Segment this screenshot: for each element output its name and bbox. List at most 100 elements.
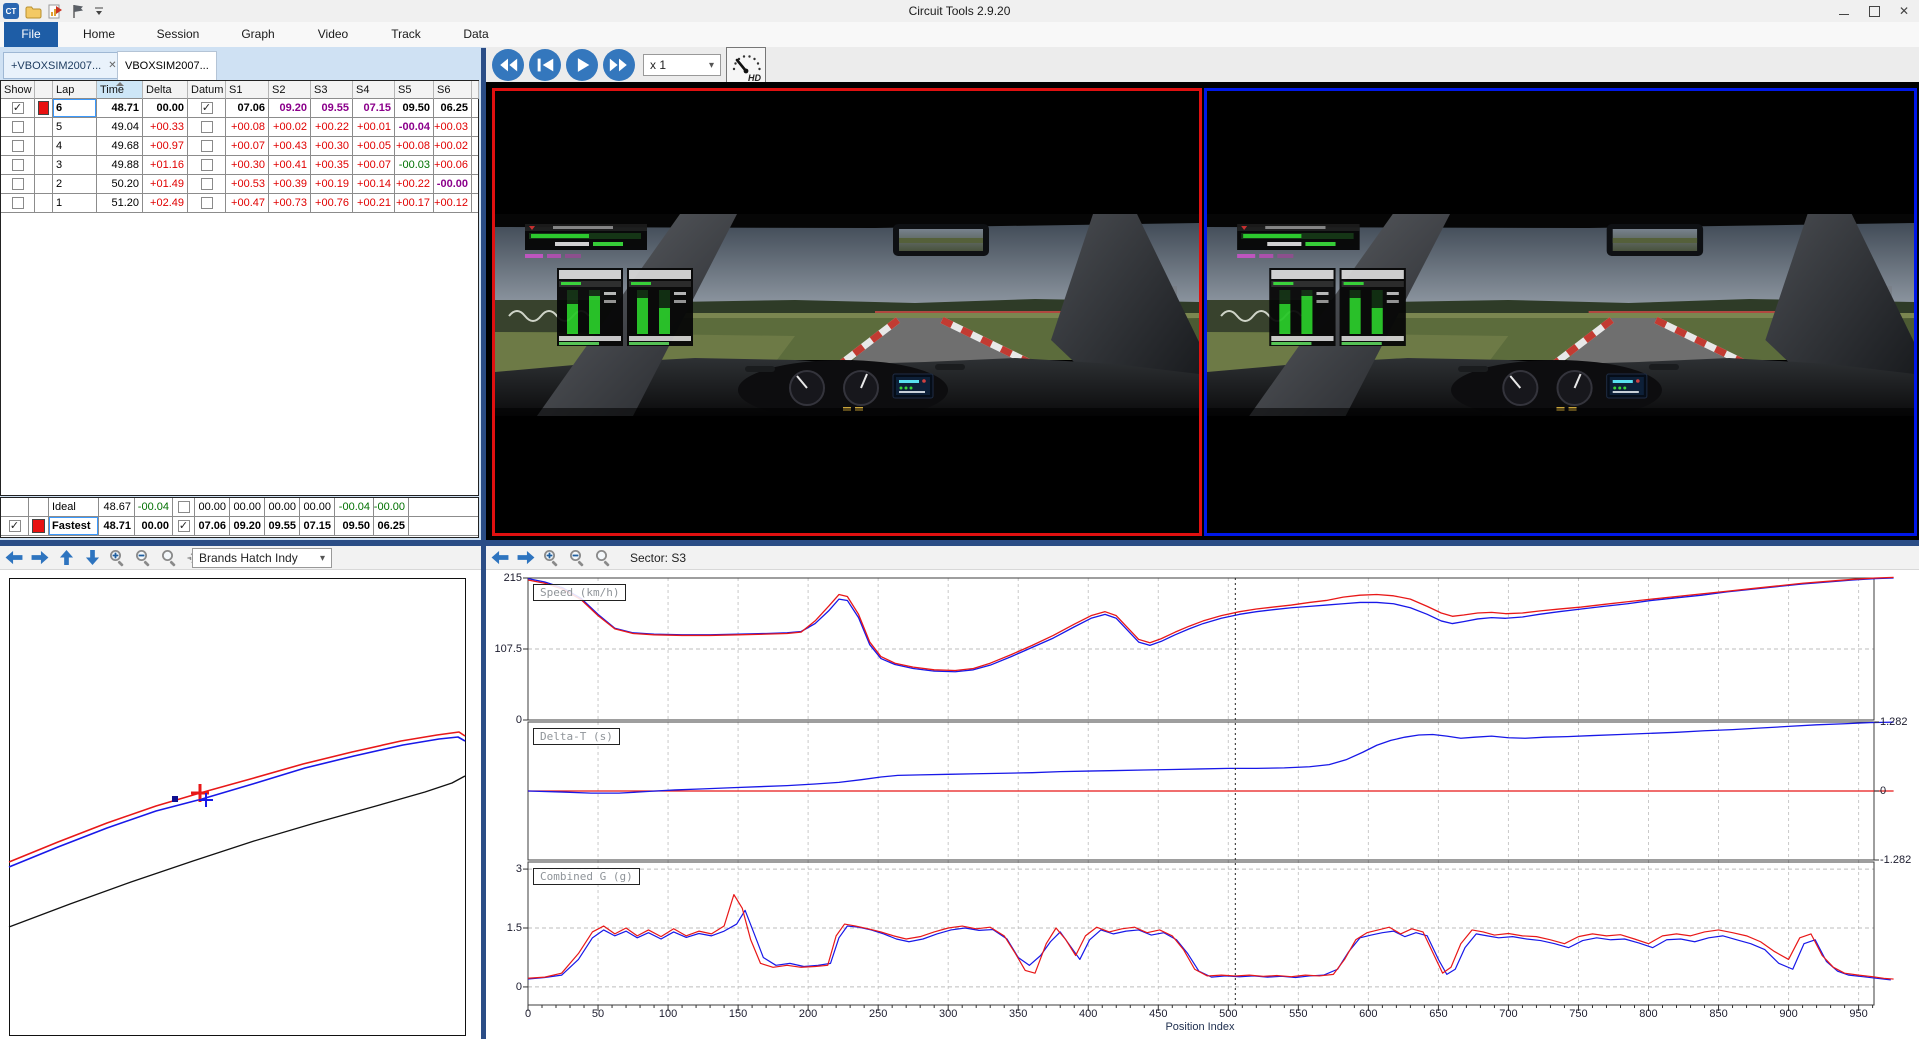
checkbox[interactable]	[201, 121, 213, 133]
table-row[interactable]: 151.20+02.49+00.47+00.73+00.76+00.21+00.…	[1, 194, 478, 213]
checkbox[interactable]	[12, 121, 24, 133]
checkbox[interactable]	[201, 140, 213, 152]
svg-text:CT: CT	[6, 7, 17, 16]
tab-0[interactable]: +VBOXSIM2007... ✕	[3, 52, 125, 79]
sector-cell-s2: 09.20	[230, 517, 265, 536]
hd-gauge-button[interactable]: HD	[726, 47, 766, 84]
show-cell	[1, 194, 35, 213]
menu-item-session[interactable]: Session	[147, 22, 210, 47]
datum-cell	[188, 175, 226, 194]
checkbox[interactable]	[201, 159, 213, 171]
menu-item-home[interactable]: Home	[73, 22, 125, 47]
table-row[interactable]: 449.68+00.97+00.07+00.43+00.30+00.05+00.…	[1, 137, 478, 156]
datum-cell: ✓	[173, 517, 195, 536]
filler-cell	[472, 175, 478, 194]
arrow-up-icon[interactable]	[56, 548, 76, 568]
column-header-S3[interactable]: S3	[311, 81, 353, 99]
datum-cell	[188, 194, 226, 213]
menu-item-data[interactable]: Data	[453, 22, 498, 47]
arrow-left-icon[interactable]	[490, 548, 510, 568]
table-row[interactable]: 250.20+01.49+00.53+00.39+00.19+00.14+00.…	[1, 175, 478, 194]
arrow-right-icon[interactable]	[516, 548, 536, 568]
datum-cell	[188, 137, 226, 156]
magnifier-icon[interactable]	[160, 548, 180, 568]
export-file-icon[interactable]	[46, 2, 64, 20]
menu-item-graph[interactable]: Graph	[231, 22, 284, 47]
checkbox[interactable]	[201, 178, 213, 190]
tab-1[interactable]: VBOXSIM2007...	[117, 51, 217, 80]
checkbox[interactable]: ✓	[201, 102, 213, 114]
rewind-button[interactable]	[490, 48, 526, 81]
column-header-Lap[interactable]: Lap	[53, 81, 97, 99]
playback-speed-select[interactable]: x 1 ▾	[643, 54, 721, 76]
arrow-down-icon[interactable]	[82, 548, 102, 568]
table-row[interactable]: 349.88+01.16+00.30+00.41+00.35+00.07-00.…	[1, 156, 478, 175]
checkbox[interactable]	[178, 501, 190, 513]
sector-cell-s4: +00.05	[353, 137, 395, 156]
checkbox[interactable]	[12, 159, 24, 171]
column-header-S2[interactable]: S2	[269, 81, 311, 99]
minimize-button[interactable]	[1829, 0, 1859, 22]
sector-cell-s4: 07.15	[300, 517, 335, 536]
checkbox[interactable]	[12, 197, 24, 209]
maximize-button[interactable]	[1859, 0, 1889, 22]
column-header-color[interactable]	[35, 81, 53, 99]
video-frame-left	[495, 214, 1199, 416]
zoom-out-icon[interactable]	[134, 548, 154, 568]
show-cell: ✓	[1, 99, 35, 118]
column-header-S6[interactable]: S6	[434, 81, 472, 99]
previous-button[interactable]	[527, 48, 563, 81]
checkbox[interactable]	[12, 140, 24, 152]
color-cell	[29, 498, 49, 517]
arrow-left-icon[interactable]	[4, 548, 24, 568]
arrow-right-icon[interactable]	[30, 548, 50, 568]
customize-caret-icon[interactable]	[90, 2, 108, 20]
checkbox[interactable]: ✓	[9, 520, 21, 532]
column-header-Delta[interactable]: Delta	[143, 81, 188, 99]
previous-icon	[529, 49, 561, 81]
column-header-Time[interactable]: Time	[97, 81, 143, 99]
play-button[interactable]	[564, 48, 600, 81]
open-folder-icon[interactable]	[24, 2, 42, 20]
sector-cell-s1: +00.08	[226, 118, 269, 137]
menu-item-track[interactable]: Track	[381, 22, 431, 47]
datum-cell	[188, 118, 226, 137]
checkbox[interactable]: ✓	[12, 102, 24, 114]
video-viewport-fastest-lap[interactable]	[492, 88, 1202, 536]
checkbox[interactable]	[12, 178, 24, 190]
column-header-S1[interactable]: S1	[226, 81, 269, 99]
zoom-out-icon[interactable]	[568, 548, 588, 568]
table-row[interactable]: 549.04+00.33+00.08+00.02+00.22+00.01-00.…	[1, 118, 478, 137]
close-button[interactable]: ✕	[1889, 0, 1919, 22]
zoom-in-icon[interactable]	[108, 548, 128, 568]
video-viewport-compare-lap[interactable]	[1204, 88, 1917, 536]
sort-ascending-icon	[116, 82, 124, 86]
sector-cell-s6: 06.25	[434, 99, 472, 118]
column-header-Datum[interactable]: Datum	[188, 81, 226, 99]
table-row[interactable]: Ideal48.67-00.0400.0000.0000.0000.00-00.…	[1, 498, 478, 517]
magnifier-icon[interactable]	[594, 548, 614, 568]
sector-cell-s6: 06.25	[374, 517, 409, 536]
column-header-S5[interactable]: S5	[395, 81, 434, 99]
menu-item-video[interactable]: Video	[308, 22, 358, 47]
show-cell	[1, 498, 29, 517]
tab-label: +VBOXSIM2007...	[11, 60, 101, 72]
flag-icon[interactable]	[68, 2, 86, 20]
track-map[interactable]	[9, 578, 466, 1036]
menu-item-file[interactable]: File	[4, 22, 58, 47]
lap-cell: 3	[53, 156, 97, 175]
zoom-in-icon[interactable]	[542, 548, 562, 568]
fast-forward-button[interactable]	[601, 48, 637, 81]
filler-cell	[472, 81, 479, 99]
track-select[interactable]: Brands Hatch Indy ▾	[192, 548, 332, 568]
checkbox[interactable]: ✓	[178, 520, 190, 532]
table-row[interactable]: ✓648.7100.00✓07.0609.2009.5507.1509.5006…	[1, 99, 478, 118]
column-header-S4[interactable]: S4	[353, 81, 395, 99]
column-header-Show[interactable]: Show	[1, 81, 35, 99]
checkbox[interactable]	[201, 197, 213, 209]
tab-close-icon[interactable]: ✕	[108, 60, 116, 71]
delta-cell: +00.97	[143, 137, 188, 156]
hd-label: HD	[748, 73, 761, 83]
lap-cell: 6	[53, 99, 97, 118]
table-row[interactable]: ✓Fastest48.7100.00✓07.0609.2009.5507.150…	[1, 517, 478, 536]
